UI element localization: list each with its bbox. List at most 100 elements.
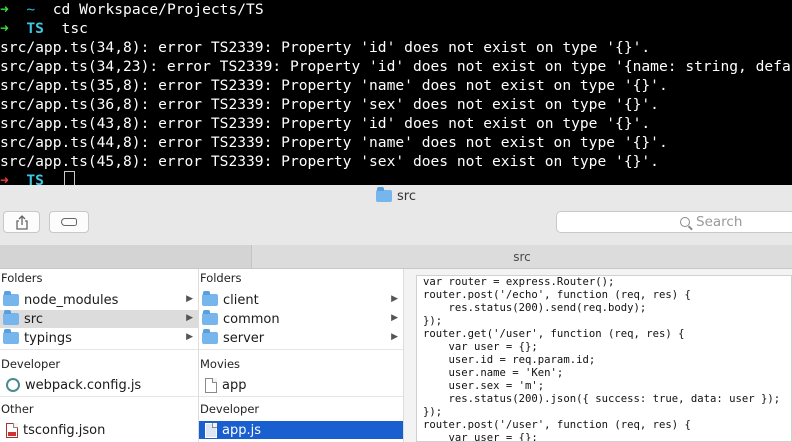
file-row-app[interactable]: app: [199, 376, 403, 394]
prompt-arrow: ➜: [0, 1, 9, 18]
code-line: var router = express.Router();: [423, 276, 615, 288]
folder-row-server[interactable]: server ▶: [199, 329, 403, 347]
code-preview[interactable]: var router = express.Router(); router.po…: [416, 275, 792, 442]
terminal-line-cd: ➜ ~ cd Workspace/Projects/TS: [0, 0, 264, 19]
terminal-line-prompt[interactable]: ➜ TS: [0, 171, 75, 185]
folder-row-src[interactable]: src ▶: [0, 310, 198, 328]
divider: [0, 349, 198, 350]
code-line: router.post('/user', function (req, res)…: [423, 419, 691, 431]
error-line: src/app.ts(45,8): error TS2339: Property…: [0, 153, 659, 170]
code-line: router.post('/echo', function (req, res)…: [423, 289, 691, 301]
code-line: user.name = 'Ken';: [423, 367, 564, 379]
row-label: common: [223, 311, 280, 327]
chevron-right-icon: ▶: [391, 332, 398, 342]
tab-inactive[interactable]: [0, 245, 252, 268]
chevron-right-icon: ▶: [391, 313, 398, 323]
webpack-file-icon: [6, 378, 20, 392]
share-icon: [15, 214, 28, 230]
folder-row-typings[interactable]: typings ▶: [0, 329, 198, 347]
section-header: Folders: [1, 271, 43, 285]
window-title: src: [0, 185, 792, 207]
window-title-text: src: [397, 188, 416, 204]
code-line: router.get('/user', function (req, res) …: [423, 328, 685, 340]
tab-src[interactable]: src: [252, 245, 792, 268]
row-label: node_modules: [24, 292, 119, 308]
folder-icon: [3, 329, 19, 344]
folder-icon: [376, 187, 392, 202]
file-row-webpack-config[interactable]: webpack.config.js: [0, 376, 198, 394]
section-header: Folders: [200, 271, 242, 285]
code-line: var user = {};: [423, 432, 538, 442]
code-line: var user = {};: [423, 341, 538, 353]
code-line: user.id = req.param.id;: [423, 354, 596, 366]
row-label: client: [223, 292, 259, 308]
code-line: user.sex = 'm';: [423, 380, 545, 392]
error-line: src/app.ts(34,23): error TS2339: Propert…: [0, 58, 792, 75]
code-line: res.status(200).json({ success: true, da…: [423, 393, 781, 405]
prompt-dir: TS: [26, 172, 44, 185]
divider: [199, 396, 403, 397]
search-placeholder: Search: [696, 214, 743, 230]
divider: [0, 396, 198, 397]
folder-icon: [3, 310, 19, 325]
chevron-right-icon: ▶: [186, 332, 193, 342]
row-label: typings: [24, 330, 72, 346]
error-line: src/app.ts(43,8): error TS2339: Property…: [0, 115, 651, 132]
tag-button[interactable]: [49, 211, 89, 233]
column-project: Folders node_modules ▶ src ▶ typings ▶ Deve…: [0, 269, 199, 442]
section-header: Other: [1, 402, 34, 416]
folder-row-client[interactable]: client ▶: [199, 291, 403, 309]
preview-pane: var router = express.Router(); router.po…: [404, 269, 792, 442]
tab-bar: src: [0, 245, 792, 269]
row-label: tsconfig.json: [23, 422, 106, 438]
error-line: src/app.ts(35,8): error TS2339: Property…: [0, 77, 668, 94]
section-header: Developer: [1, 357, 61, 371]
file-row-tsconfig[interactable]: tsconfig.json: [0, 421, 198, 439]
section-header: Movies: [200, 357, 241, 371]
json-file-icon: [6, 422, 18, 438]
row-label: webpack.config.js: [25, 377, 142, 393]
row-label: app.js: [222, 422, 261, 438]
code-line: });: [423, 406, 443, 418]
prompt-dir: ~: [26, 1, 36, 18]
folder-icon: [3, 291, 19, 306]
folder-icon: [202, 310, 218, 325]
folder-icon: [202, 291, 218, 306]
title-bar[interactable]: src: [0, 185, 792, 207]
row-label: app: [222, 377, 247, 393]
js-file-icon: [205, 422, 217, 438]
tag-icon: [61, 218, 77, 226]
file-icon: [205, 377, 217, 393]
command-text: cd Workspace/Projects/TS: [52, 1, 264, 18]
row-label: server: [223, 330, 265, 346]
divider: [199, 349, 403, 350]
error-line: src/app.ts(36,8): error TS2339: Property…: [0, 96, 659, 113]
terminal-line-tsc: ➜ TS tsc: [0, 19, 88, 38]
tab-label: src: [513, 249, 531, 264]
share-button[interactable]: [3, 211, 40, 233]
row-label: src: [24, 311, 43, 327]
error-line: src/app.ts(34,8): error TS2339: Property…: [0, 39, 651, 56]
prompt-arrow: ➜: [0, 172, 9, 185]
search-icon: [680, 217, 690, 227]
prompt-arrow: ➜: [0, 20, 9, 37]
chevron-right-icon: ▶: [186, 294, 193, 304]
folder-row-common[interactable]: common ▶: [199, 310, 403, 328]
terminal-window[interactable]: ➜ ~ cd Workspace/Projects/TS ➜ TS tsc sr…: [0, 0, 792, 185]
section-header: Developer: [200, 402, 260, 416]
terminal-cursor: [63, 171, 75, 185]
code-line: });: [423, 315, 443, 327]
column-view: Folders node_modules ▶ src ▶ typings ▶ Deve…: [0, 269, 792, 442]
search-field[interactable]: Search: [556, 211, 792, 233]
folder-icon: [202, 329, 218, 344]
chevron-right-icon: ▶: [391, 294, 398, 304]
file-row-app-js[interactable]: app.js: [199, 421, 403, 439]
code-line: res.status(200).send(req.body);: [423, 302, 647, 314]
command-text: tsc: [61, 20, 88, 37]
finder-window: src Search src Folders node_modules ▶ sr…: [0, 185, 792, 442]
chevron-right-icon: ▶: [186, 313, 193, 323]
folder-row-node-modules[interactable]: node_modules ▶: [0, 291, 198, 309]
error-line: src/app.ts(44,8): error TS2339: Property…: [0, 134, 668, 151]
prompt-dir: TS: [26, 20, 44, 37]
column-src: Folders client ▶ common ▶ server ▶ Movies a…: [199, 269, 404, 442]
